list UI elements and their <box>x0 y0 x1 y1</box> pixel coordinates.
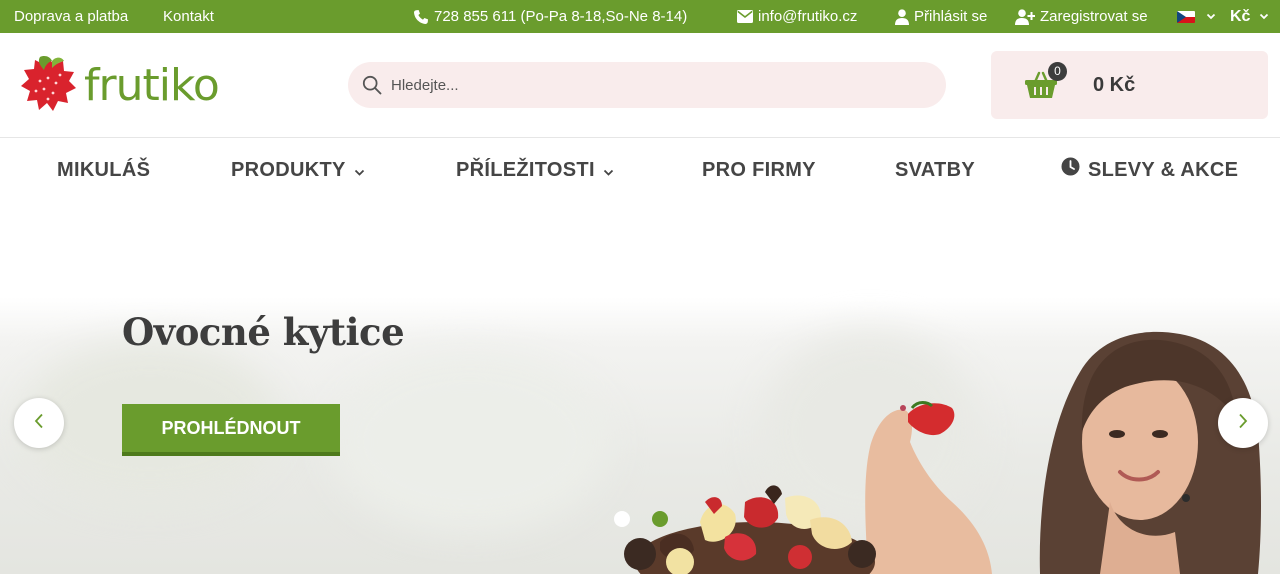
nav-item-label: PRODUKTY <box>231 159 346 181</box>
search-icon[interactable] <box>362 75 382 100</box>
phone-link[interactable]: 728 855 611 (Po-Pa 8-18,So-Ne 8-14) <box>413 0 687 33</box>
nav-item-slevy-akce[interactable]: SLEVY & AKCE <box>1061 138 1238 202</box>
nav-item-produkty[interactable]: PRODUKTY <box>231 138 365 202</box>
register-label: Zaregistrovat se <box>1040 8 1148 25</box>
logo[interactable]: frutiko <box>18 53 220 120</box>
search-bar <box>348 62 946 108</box>
cart-button[interactable]: 0 0 Kč <box>991 51 1268 119</box>
logo-text: frutiko <box>84 60 220 111</box>
chevron-left-icon <box>34 413 44 434</box>
user-icon <box>895 8 909 25</box>
flag-cz-icon <box>1177 10 1195 23</box>
nav-item-svatby[interactable]: SVATBY <box>895 138 975 202</box>
chevron-down-icon <box>354 138 365 202</box>
email-link[interactable]: info@frutiko.cz <box>737 0 857 33</box>
nav-item-label: PŘÍLEŽITOSTI <box>456 159 595 181</box>
hero-title: Ovocné kytice <box>122 310 405 354</box>
chevron-right-icon <box>1238 413 1248 434</box>
currency-label: Kč <box>1230 8 1251 25</box>
nav-item-label: SLEVY & AKCE <box>1088 159 1239 181</box>
language-selector[interactable] <box>1177 0 1216 33</box>
nav-item-label: MIKULÁŠ <box>57 159 151 181</box>
slider-next-button[interactable] <box>1218 398 1268 448</box>
strawberry-logo-icon <box>18 53 78 120</box>
clock-icon <box>1061 138 1080 202</box>
phone-icon <box>413 9 429 25</box>
nav-item-prilezitosti[interactable]: PŘÍLEŽITOSTI <box>456 138 614 202</box>
search-input[interactable] <box>391 62 921 108</box>
envelope-icon <box>737 10 753 23</box>
nav-item-label: PRO FIRMY <box>702 159 816 181</box>
register-link[interactable]: Zaregistrovat se <box>1015 0 1148 33</box>
slider-prev-button[interactable] <box>14 398 64 448</box>
chevron-down-icon <box>1255 13 1269 20</box>
slider-dot-1[interactable] <box>614 511 630 527</box>
chevron-down-icon <box>1200 13 1216 20</box>
woman-figure <box>1039 331 1261 574</box>
top-bar: Doprava a platba Kontakt 728 855 611 (Po… <box>0 0 1280 33</box>
hero-image <box>624 331 1261 574</box>
hero-slider: Ovocné kytice PROHLÉDNOUT <box>0 202 1280 574</box>
hand-with-strawberry <box>865 401 992 574</box>
email-address: info@frutiko.cz <box>758 8 858 25</box>
contact-link[interactable]: Kontakt <box>163 0 214 33</box>
user-plus-icon <box>1015 8 1035 25</box>
login-link[interactable]: Přihlásit se <box>895 0 987 33</box>
slider-dot-2-active[interactable] <box>652 511 668 527</box>
nav-item-mikulas[interactable]: MIKULÁŠ <box>57 138 150 202</box>
cart-total: 0 Kč <box>1093 74 1136 96</box>
phone-number: 728 855 611 (Po-Pa 8-18,So-Ne 8-14) <box>434 8 688 25</box>
fruit-bouquet <box>624 485 876 574</box>
contact-label: Kontakt <box>163 8 214 25</box>
login-label: Přihlásit se <box>914 8 988 25</box>
chevron-down-icon <box>603 138 614 202</box>
browse-button[interactable]: PROHLÉDNOUT <box>122 404 340 456</box>
shipping-payment-link[interactable]: Doprava a platba <box>14 0 128 33</box>
nav-item-label: SVATBY <box>895 159 975 181</box>
nav-item-pro-firmy[interactable]: PRO FIRMY <box>702 138 816 202</box>
main-navigation: MIKULÁŠ PRODUKTY PŘÍLEŽITOSTI PRO FIRMY … <box>0 138 1280 202</box>
currency-selector[interactable]: Kč <box>1230 0 1269 33</box>
shipping-payment-label: Doprava a platba <box>14 8 129 25</box>
site-header: frutiko 0 0 Kč <box>0 33 1280 138</box>
cart-count-badge: 0 <box>1048 62 1067 81</box>
